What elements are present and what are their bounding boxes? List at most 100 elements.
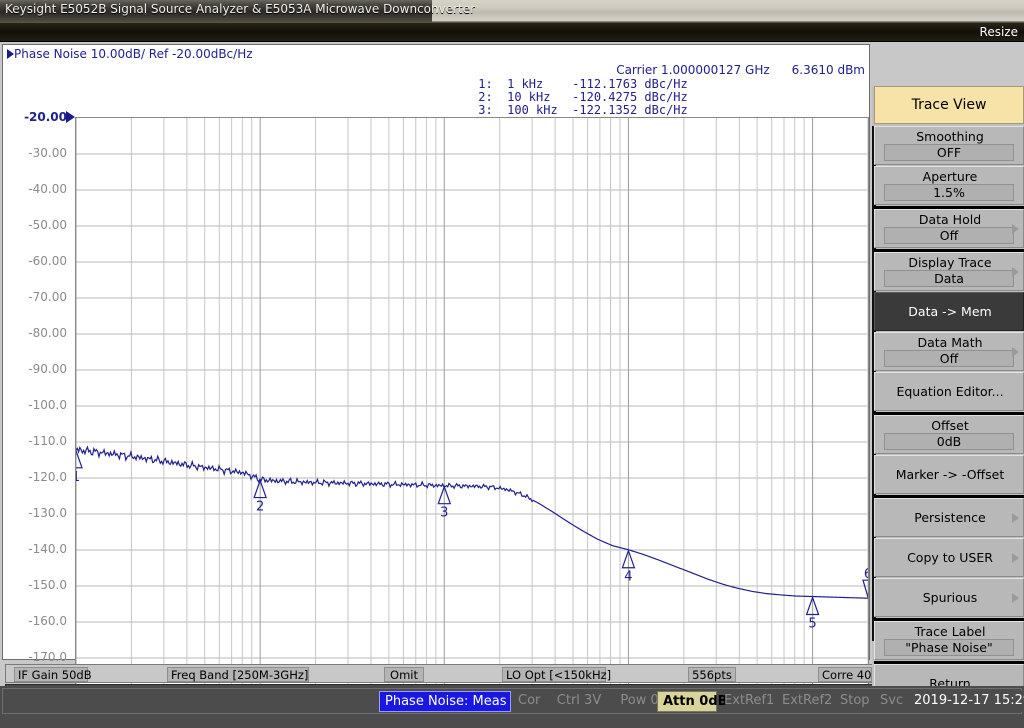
chevron-right-icon [1012,224,1019,234]
instrument-body: Phase Noise 10.00dB/ Ref -20.00dBc/Hz Ca… [0,42,1024,686]
sidebar-title: Trace View [874,86,1024,124]
softkey-label: Data Hold [875,212,1024,227]
chevron-right-icon [1012,347,1019,357]
y-axis-labels: -20.00 -30.00 -40.00 -50.00 -60.00 -70.00 -80.… [3,105,75,705]
bottom-status-phase-noise-meas[interactable]: Phase Noise: Meas [379,691,511,712]
status-field[interactable]: 556pts [688,667,736,682]
trace-title-text: Phase Noise 10.00dB/ Ref -20.00dBc/Hz [14,47,253,61]
menu-bar: Resize [0,22,1024,42]
window-title: Keysight E5052B Signal Source Analyzer &… [5,2,475,16]
y-axis-tick-label: -160.0 [28,614,67,628]
instrument-screen: Keysight E5052B Signal Source Analyzer &… [0,0,1024,728]
softkey-display-trace[interactable]: Display TraceData [874,252,1024,291]
bottom-status-2019-12-17-15-29: 2019-12-17 15:29 [909,691,1024,712]
trace-marker-label: 2 [256,500,264,515]
softkey-data-hold[interactable]: Data HoldOff [874,209,1024,248]
y-axis-tick-label: -150.0 [28,578,67,592]
y-axis-tick-label: -100.0 [28,398,67,412]
softkey-label: Smoothing [875,129,1024,144]
reference-level-marker-icon [66,111,75,123]
trace-title-row: Phase Noise 10.00dB/ Ref -20.00dBc/Hz [7,47,253,61]
softkey-value[interactable]: 0dB [884,433,1014,450]
status-field[interactable]: IF Gain 50dB [14,667,88,682]
softkey-aperture[interactable]: Aperture1.5% [874,166,1024,205]
softkey-value[interactable]: Data [884,270,1014,287]
y-axis-tick-label: -30.00 [28,146,67,160]
y-axis-tick-label: -140.0 [28,542,67,556]
chevron-right-icon [1012,593,1019,603]
trace-active-marker-icon [7,49,14,59]
y-axis-tick-label: -60.00 [28,254,67,268]
trace-marker[interactable]: 6 [863,567,868,597]
softkey-label: Trace Label [875,624,1024,639]
trace-marker-label: 4 [624,570,632,585]
resize-button[interactable]: Resize [977,25,1021,39]
bottom-status-cor[interactable]: Cor [513,691,543,712]
softkey-label: Copy to USER [875,539,1024,576]
bottom-status-bar: Phase Noise: MeasCorCtrl 3VPow 0VAttn 0d… [0,686,1024,728]
softkey-label: Persistence [875,499,1024,536]
y-axis-tick-label: -170.0 [28,650,67,664]
y-axis-tick-label: -20.00 [24,110,67,124]
chevron-right-icon [1012,267,1019,277]
softkey-trace-label[interactable]: Trace Label"Phase Noise" [874,621,1024,660]
softkey-marker-offset[interactable]: Marker -> -Offset [874,455,1024,494]
softkey-value[interactable]: Off [884,350,1014,367]
status-field[interactable]: Omit [384,667,424,682]
bottom-status-svc[interactable]: Svc [875,691,907,712]
status-field[interactable]: Freq Band [250M-3GHz] [167,667,309,682]
y-axis-tick-label: -70.00 [28,290,67,304]
softkey-offset[interactable]: Offset0dB [874,415,1024,454]
status-field[interactable]: Corre 40 [818,667,872,682]
phase-noise-plot[interactable]: 1 2 3 4 5 6 [75,117,869,695]
trace-marker-label: 6 [864,567,868,582]
plot-canvas: 1 2 3 4 5 6 [76,118,868,694]
softkey-sidebar[interactable]: Trace View SmoothingOFFAperture1.5%Data … [872,86,1024,704]
y-axis-tick-label: -120.0 [28,470,67,484]
softkey-copy-to-user[interactable]: Copy to USER [874,538,1024,577]
bottom-status-ctrl-3v[interactable]: Ctrl 3V [547,691,611,712]
softkey-label: Marker -> -Offset [875,456,1024,493]
softkey-label: Display Trace [875,255,1024,270]
softkey-label: Offset [875,418,1024,433]
softkey-label: Equation Editor... [875,373,1024,410]
softkey-spurious[interactable]: Spurious [874,578,1024,617]
marker-readout-row: 3: 100 kHz -122.1352 dBc/Hz [471,104,688,117]
softkey-persistence[interactable]: Persistence [874,498,1024,537]
y-axis-tick-label: -50.00 [28,218,67,232]
softkey-data-math[interactable]: Data MathOff [874,332,1024,371]
bottom-status-items: Phase Noise: MeasCorCtrl 3VPow 0VAttn 0d… [2,688,1022,714]
carrier-power: 6.3610 dBm [792,63,865,77]
bottom-status-extref2[interactable]: ExtRef2 [777,691,833,712]
y-axis-tick-label: -130.0 [28,506,67,520]
softkey-value[interactable]: Off [884,227,1014,244]
bottom-status-extref1[interactable]: ExtRef1 [719,691,775,712]
trace-marker-label: 5 [808,617,816,632]
trace-marker-label: 1 [76,470,80,485]
y-axis-tick-label: -90.00 [28,362,67,376]
chevron-right-icon [1012,513,1019,523]
bottom-status-attn-0db[interactable]: Attn 0dB [657,691,717,712]
y-axis-tick-label: -110.0 [28,434,67,448]
softkey-data-mem[interactable]: Data -> Mem [874,292,1024,331]
softkey-label: Spurious [875,579,1024,616]
softkey-equation-editor[interactable]: Equation Editor... [874,372,1024,411]
softkey-value[interactable]: "Phase Noise" [884,639,1014,656]
softkey-value[interactable]: 1.5% [884,184,1014,201]
status-field[interactable]: LO Opt [<150kHz] [502,667,606,682]
carrier-frequency: Carrier 1.000000127 GHz [616,63,769,77]
softkey-value[interactable]: OFF [884,144,1014,161]
window-titlebar: Keysight E5052B Signal Source Analyzer &… [0,0,1024,22]
measurement-status-row: IF Gain 50dB Freq Band [250M-3GHz] Omit LO … [5,664,873,683]
y-axis-tick-label: -80.00 [28,326,67,340]
softkey-smoothing[interactable]: SmoothingOFF [874,126,1024,165]
softkey-label: Data Math [875,335,1024,350]
carrier-readout: Carrier 1.000000127 GHz 6.3610 dBm [616,63,865,77]
trace-marker-label: 3 [440,506,448,521]
bottom-status-stop[interactable]: Stop [835,691,873,712]
y-axis-tick-label: -40.00 [28,182,67,196]
softkey-label: Aperture [875,169,1024,184]
phase-noise-trace [76,447,868,598]
trace-panel[interactable]: Phase Noise 10.00dB/ Ref -20.00dBc/Hz Ca… [2,44,870,660]
trace-marker[interactable]: 1 [76,451,82,485]
